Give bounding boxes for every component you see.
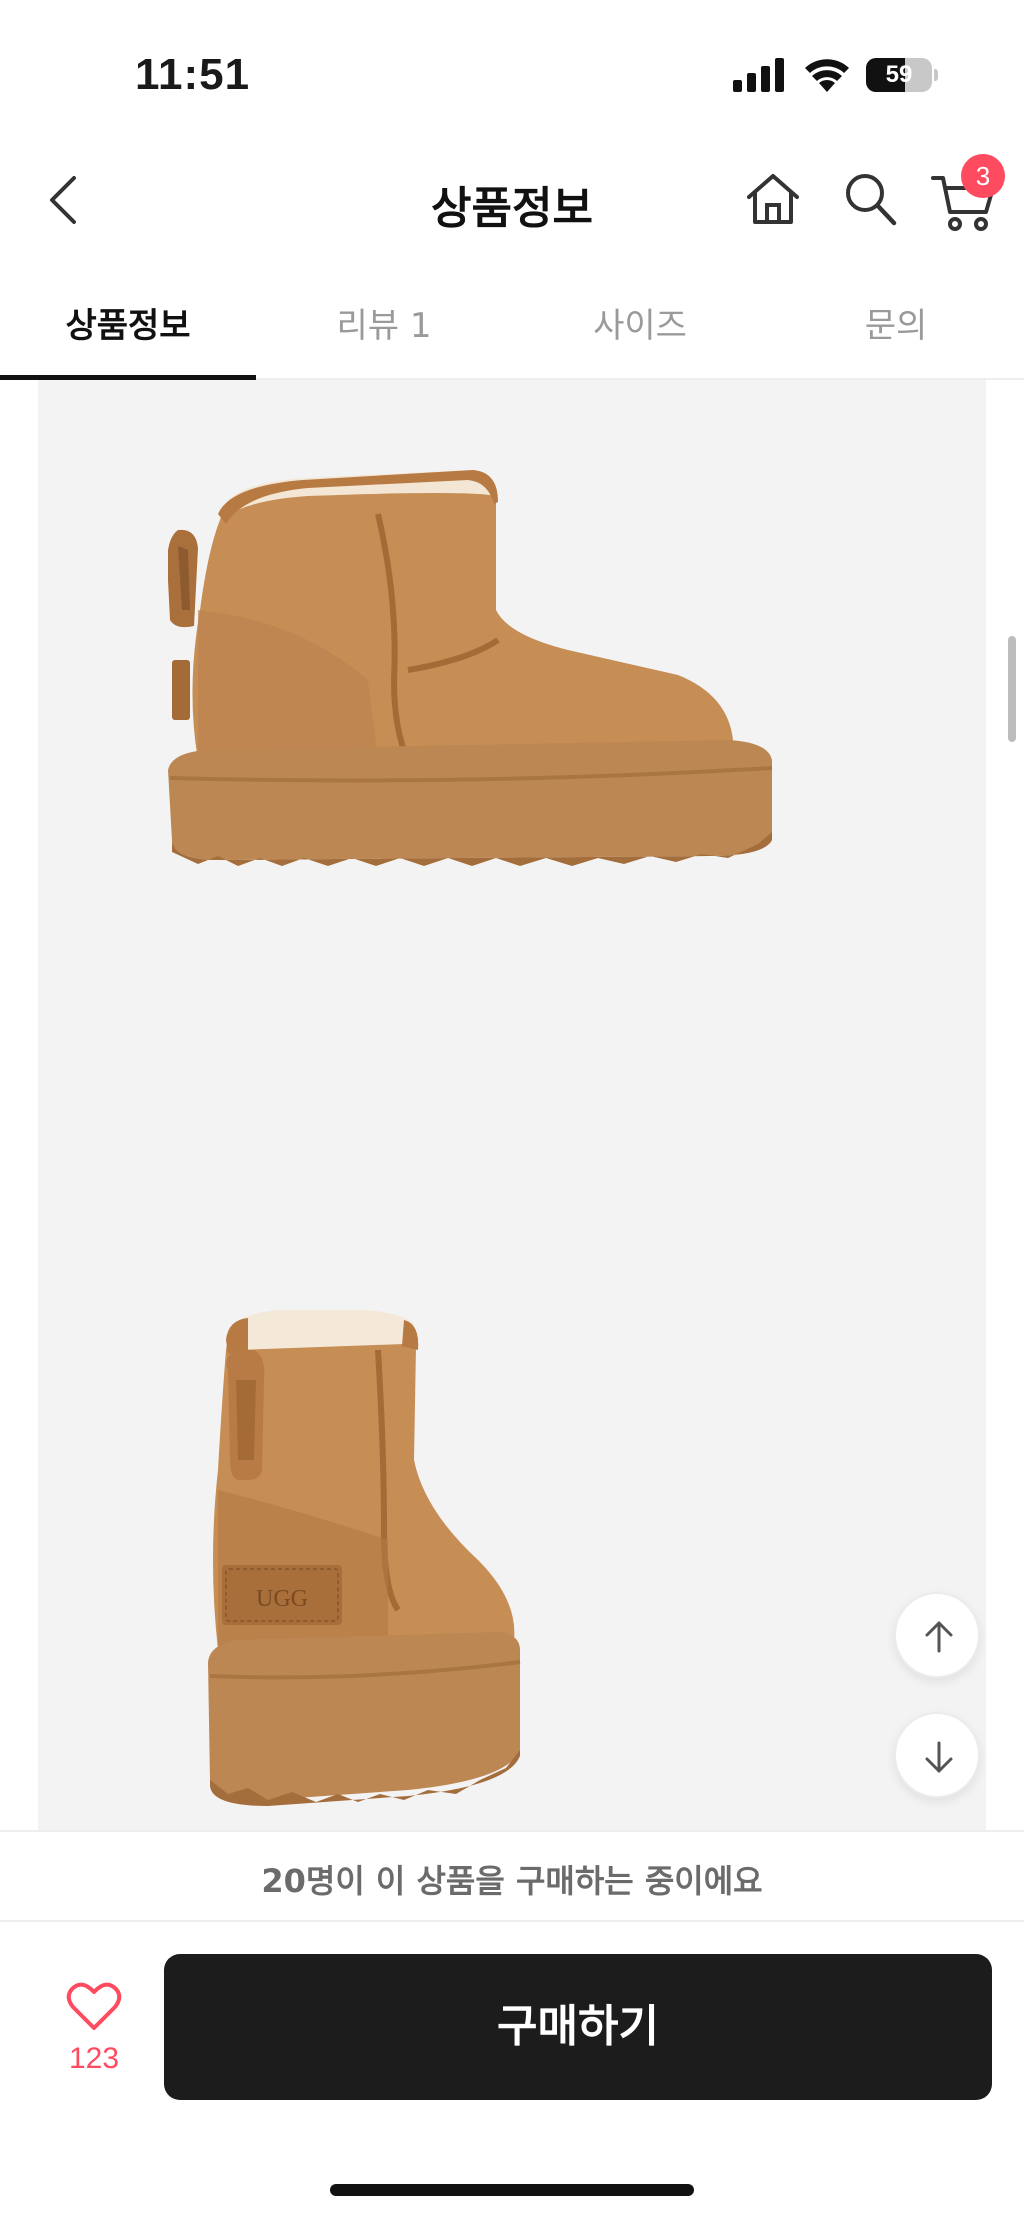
notice-text: 20명이 이 상품을 구매하는 중이에요 [261,1862,763,1900]
battery-icon: 59 [866,58,938,92]
top-navigation-bar: 상품정보 [0,150,1024,250]
home-indicator [330,2184,694,2196]
tab-product-info[interactable]: 상품정보 [0,298,256,347]
tab-size[interactable]: 사이즈 [512,298,768,347]
cart-count-badge: 3 [961,154,1005,198]
product-image-boot-side [168,470,773,866]
scrollbar[interactable] [1008,636,1016,742]
back-icon[interactable] [40,170,90,230]
purchase-activity-notice: 20명이 이 상품을 구매하는 중이에요 [0,1830,1024,1922]
battery-level: 59 [885,61,913,88]
product-image-boot-back: UGG [208,1310,521,1806]
status-bar: 11:51 59 [0,0,1024,150]
wifi-icon [805,59,849,92]
scroll-to-bottom-button[interactable] [894,1712,980,1798]
heart-icon[interactable] [66,1980,122,2032]
tab-inquiry[interactable]: 문의 [768,298,1024,347]
buy-button[interactable]: 구매하기 [164,1954,992,2100]
signal-icon [733,58,784,92]
arrow-down-icon [925,1741,953,1773]
arrow-up-icon [925,1621,953,1653]
home-icon[interactable] [744,170,802,228]
tab-reviews[interactable]: 리뷰 1 [256,298,512,347]
like-count: 123 [68,2042,120,2075]
status-time: 11:51 [135,50,251,99]
page-title: 상품정보 [431,183,593,234]
tab-bar: 상품정보 리뷰 1 사이즈 문의 [0,270,1024,380]
product-detail-images: UGG [38,380,986,1830]
search-icon[interactable] [842,170,898,228]
boot-brand-label: UGG [256,1586,308,1612]
scroll-to-top-button[interactable] [894,1592,980,1678]
